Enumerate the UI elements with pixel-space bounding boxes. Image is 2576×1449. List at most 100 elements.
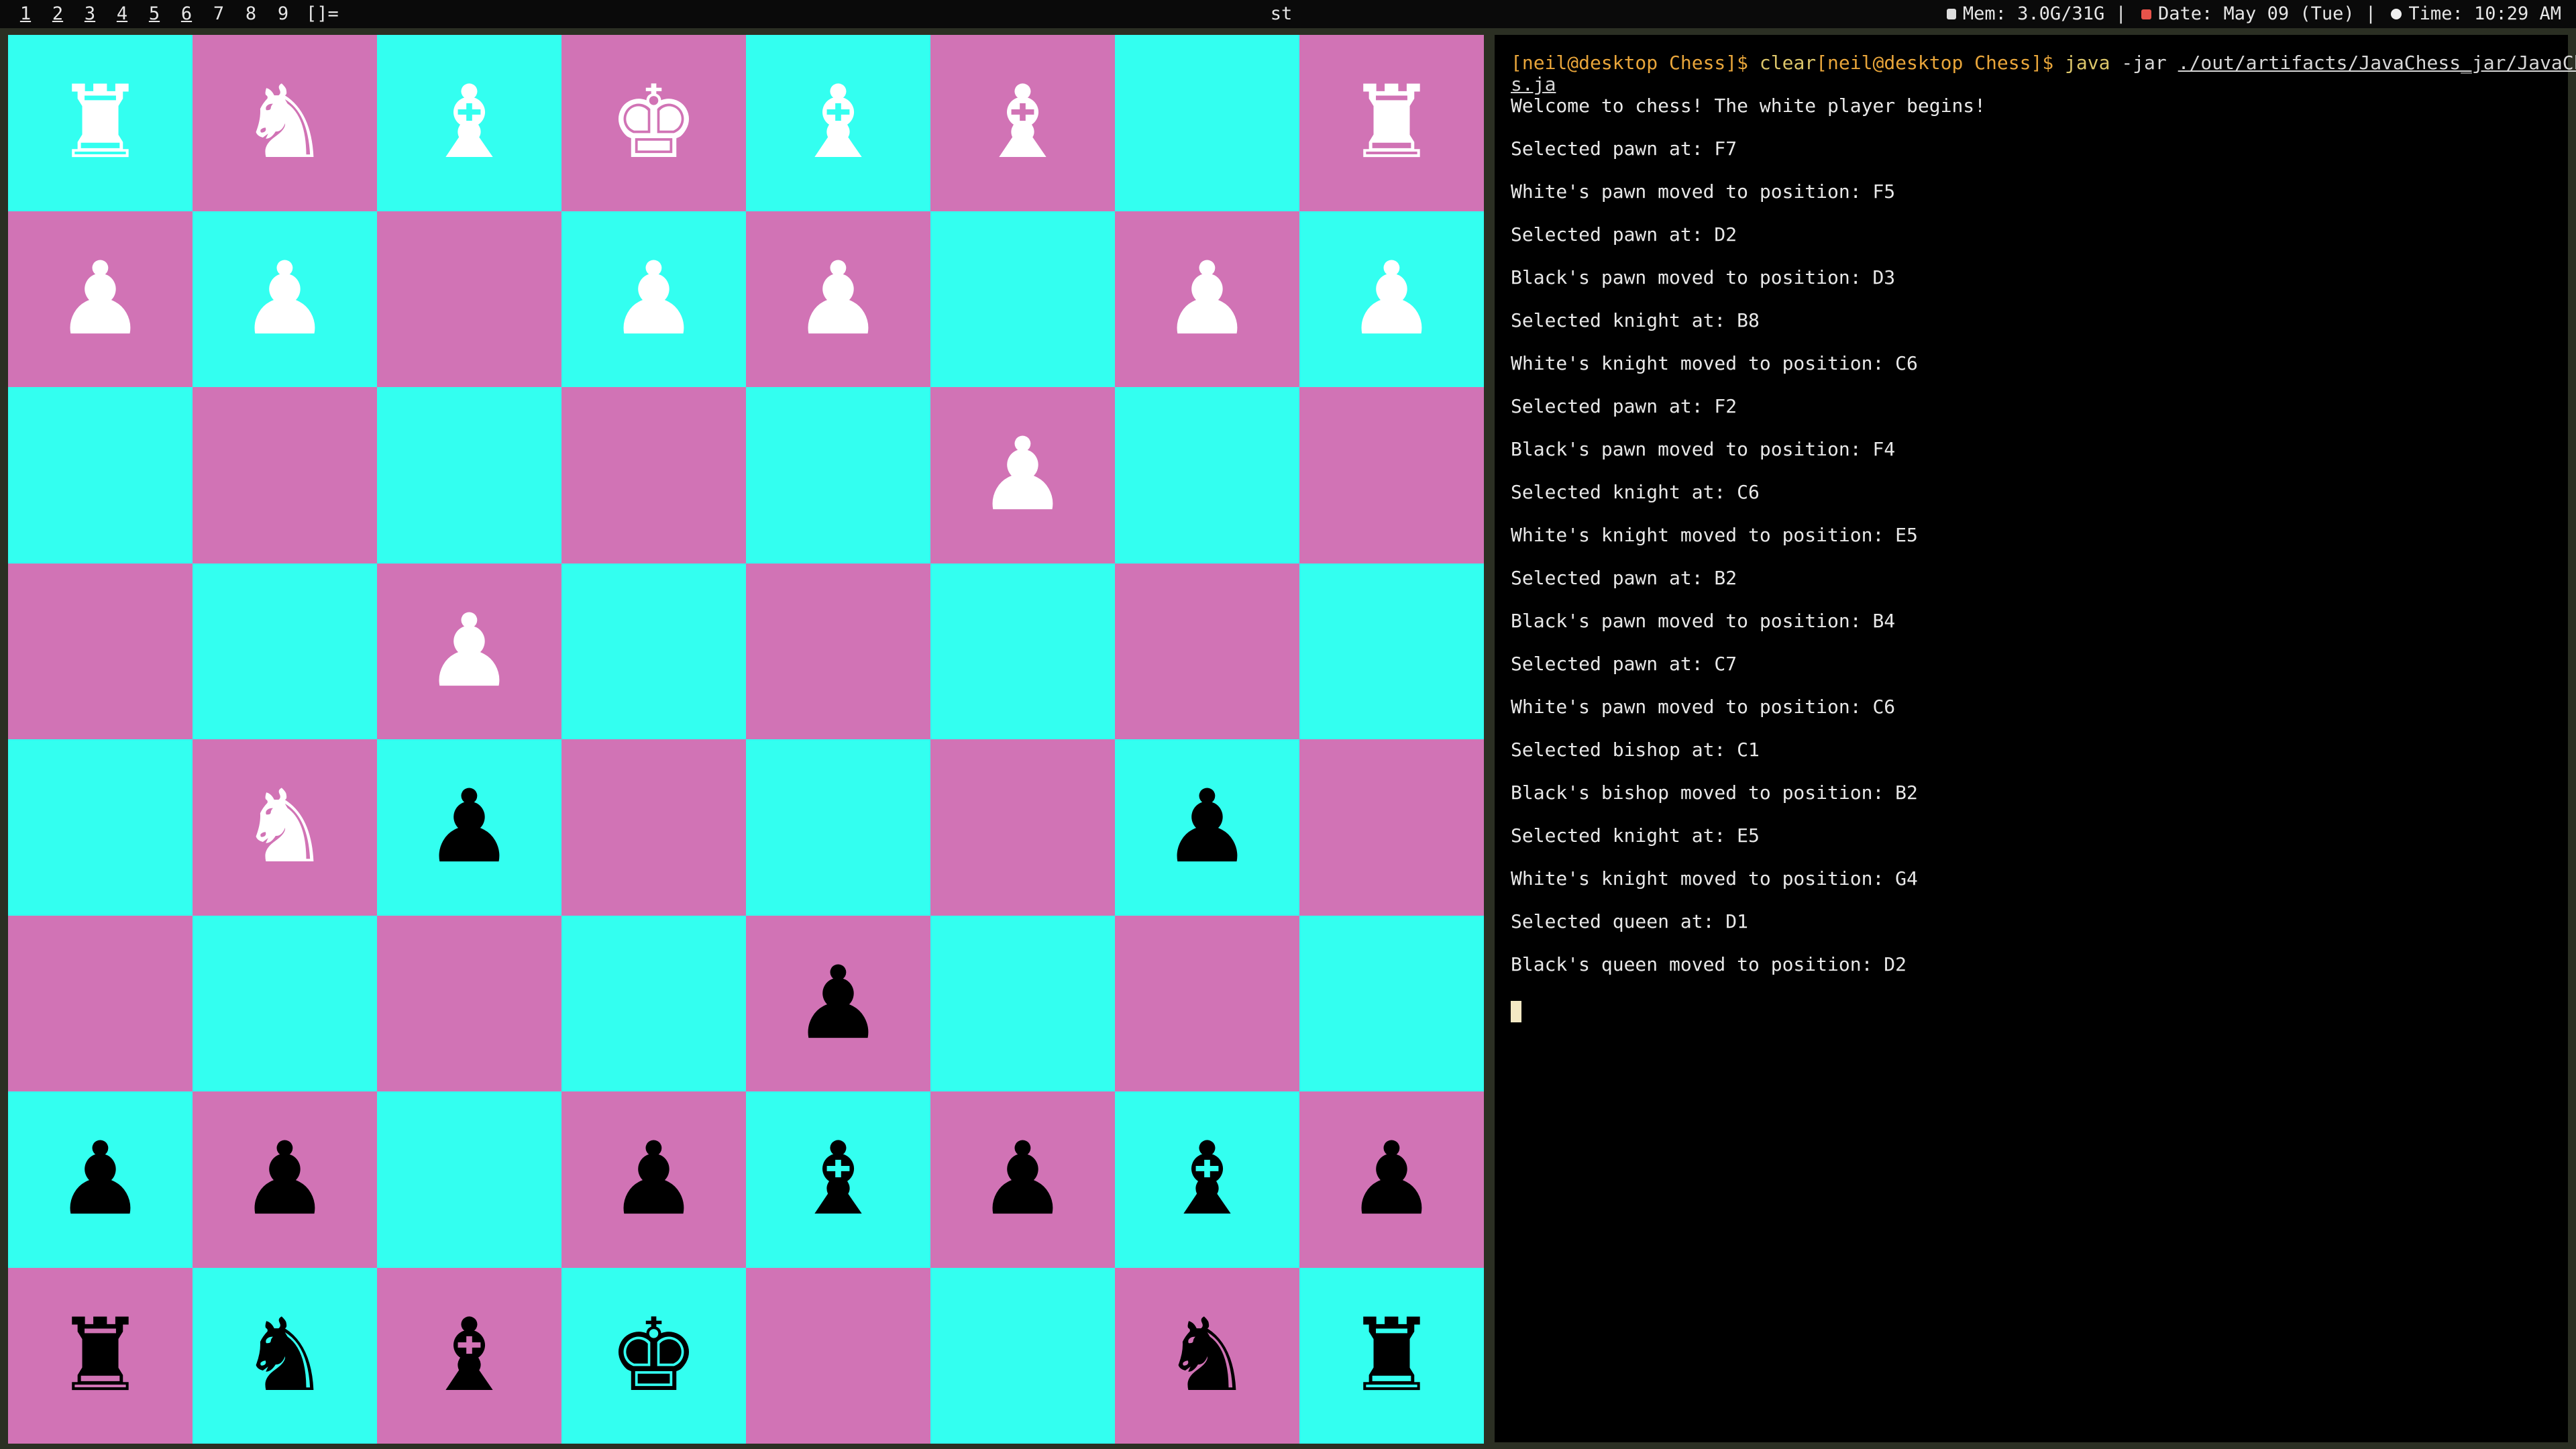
black-pawn-icon[interactable]: ♟ — [977, 1129, 1067, 1230]
board-square[interactable] — [561, 563, 746, 739]
board-square[interactable]: ♟ — [930, 1091, 1115, 1268]
white-pawn-icon[interactable]: ♟ — [1346, 249, 1436, 350]
white-pawn-icon[interactable]: ♟ — [55, 249, 145, 350]
white-knight-icon[interactable]: ♞ — [239, 72, 329, 173]
board-square[interactable]: ♜ — [1299, 1267, 1484, 1444]
white-king-icon[interactable]: ♚ — [608, 72, 698, 173]
board-square[interactable] — [561, 739, 746, 916]
board-square[interactable]: ♜ — [8, 1267, 193, 1444]
board-square[interactable] — [8, 739, 193, 916]
board-square[interactable] — [377, 211, 561, 387]
board-square[interactable]: ♟ — [1115, 739, 1299, 916]
board-square[interactable]: ♟ — [377, 739, 561, 916]
board-square[interactable]: ♟ — [930, 387, 1115, 564]
white-pawn-icon[interactable]: ♟ — [977, 425, 1067, 525]
board-square[interactable] — [1115, 915, 1299, 1091]
workspace-tag-9[interactable]: 9 — [267, 0, 299, 28]
board-square[interactable] — [1299, 739, 1484, 916]
board-square[interactable] — [193, 387, 377, 564]
board-square[interactable]: ♟ — [8, 1091, 193, 1268]
board-square[interactable]: ♝ — [377, 35, 561, 211]
board-square[interactable] — [930, 211, 1115, 387]
board-square[interactable] — [746, 1267, 930, 1444]
board-square[interactable]: ♝ — [746, 35, 930, 211]
white-pawn-icon[interactable]: ♟ — [239, 249, 329, 350]
board-square[interactable]: ♟ — [1115, 211, 1299, 387]
board-square[interactable]: ♜ — [1299, 35, 1484, 211]
black-pawn-icon[interactable]: ♟ — [1162, 777, 1252, 877]
black-pawn-icon[interactable]: ♟ — [55, 1129, 145, 1230]
terminal[interactable]: [neil@desktop Chess]$ clear[neil@desktop… — [1495, 35, 2576, 1442]
board-square[interactable]: ♚ — [561, 35, 746, 211]
board-square[interactable] — [930, 1267, 1115, 1444]
board-square[interactable] — [1299, 563, 1484, 739]
black-bishop-icon[interactable]: ♝ — [424, 1305, 514, 1406]
board-square[interactable] — [1299, 915, 1484, 1091]
black-pawn-icon[interactable]: ♟ — [608, 1129, 698, 1230]
board-square[interactable]: ♞ — [193, 1267, 377, 1444]
board-square[interactable]: ♟ — [1299, 211, 1484, 387]
board-square[interactable] — [193, 563, 377, 739]
board-square[interactable]: ♟ — [746, 915, 930, 1091]
workspace-tag-4[interactable]: 4 — [106, 0, 138, 28]
black-bishop-icon[interactable]: ♝ — [1162, 1129, 1252, 1230]
board-square[interactable] — [561, 387, 746, 564]
black-king-icon[interactable]: ♚ — [608, 1305, 698, 1406]
board-square[interactable]: ♝ — [377, 1267, 561, 1444]
black-pawn-icon[interactable]: ♟ — [1346, 1129, 1436, 1230]
board-square[interactable]: ♝ — [1115, 1091, 1299, 1268]
black-bishop-icon[interactable]: ♝ — [793, 1129, 883, 1230]
white-pawn-icon[interactable]: ♟ — [793, 249, 883, 350]
workspace-tag-2[interactable]: 2 — [42, 0, 74, 28]
board-square[interactable] — [8, 563, 193, 739]
board-square[interactable] — [1115, 35, 1299, 211]
white-pawn-icon[interactable]: ♟ — [424, 601, 514, 702]
white-bishop-icon[interactable]: ♝ — [977, 72, 1067, 173]
board-square[interactable]: ♟ — [561, 211, 746, 387]
board-square[interactable] — [930, 915, 1115, 1091]
board-square[interactable] — [8, 387, 193, 564]
board-square[interactable] — [1115, 563, 1299, 739]
board-square[interactable] — [561, 915, 746, 1091]
board-square[interactable]: ♚ — [561, 1267, 746, 1444]
workspace-tag-5[interactable]: 5 — [138, 0, 170, 28]
board-square[interactable]: ♜ — [8, 35, 193, 211]
board-square[interactable] — [746, 739, 930, 916]
input-line[interactable] — [1511, 997, 2568, 1022]
board-square[interactable] — [930, 563, 1115, 739]
board-square[interactable]: ♟ — [377, 563, 561, 739]
black-rook-icon[interactable]: ♜ — [1346, 1305, 1436, 1406]
black-pawn-icon[interactable]: ♟ — [424, 777, 514, 877]
board-square[interactable] — [746, 563, 930, 739]
board-square[interactable]: ♞ — [193, 739, 377, 916]
board-square[interactable]: ♟ — [561, 1091, 746, 1268]
board-square[interactable]: ♝ — [746, 1091, 930, 1268]
black-rook-icon[interactable]: ♜ — [55, 1305, 145, 1406]
white-pawn-icon[interactable]: ♟ — [1162, 249, 1252, 350]
board-square[interactable] — [930, 739, 1115, 916]
workspace-tag-1[interactable]: 1 — [9, 0, 42, 28]
board-square[interactable]: ♟ — [8, 211, 193, 387]
layout-indicator[interactable]: []= — [306, 0, 339, 28]
board-square[interactable]: ♟ — [746, 211, 930, 387]
board-square[interactable]: ♝ — [930, 35, 1115, 211]
white-knight-icon[interactable]: ♞ — [239, 777, 329, 877]
board-square[interactable] — [377, 915, 561, 1091]
workspace-tag-8[interactable]: 8 — [235, 0, 267, 28]
white-bishop-icon[interactable]: ♝ — [424, 72, 514, 173]
white-bishop-icon[interactable]: ♝ — [793, 72, 883, 173]
board-square[interactable] — [193, 915, 377, 1091]
board-square[interactable]: ♟ — [193, 1091, 377, 1268]
black-knight-icon[interactable]: ♞ — [1162, 1305, 1252, 1406]
white-pawn-icon[interactable]: ♟ — [608, 249, 698, 350]
workspace-tag-7[interactable]: 7 — [203, 0, 235, 28]
workspace-tag-3[interactable]: 3 — [74, 0, 106, 28]
board-square[interactable] — [8, 915, 193, 1091]
white-rook-icon[interactable]: ♜ — [1346, 72, 1436, 173]
board-square[interactable]: ♟ — [1299, 1091, 1484, 1268]
board-square[interactable] — [1299, 387, 1484, 564]
board-square[interactable] — [1115, 387, 1299, 564]
workspace-tag-6[interactable]: 6 — [170, 0, 203, 28]
black-knight-icon[interactable]: ♞ — [239, 1305, 329, 1406]
black-pawn-icon[interactable]: ♟ — [793, 953, 883, 1054]
